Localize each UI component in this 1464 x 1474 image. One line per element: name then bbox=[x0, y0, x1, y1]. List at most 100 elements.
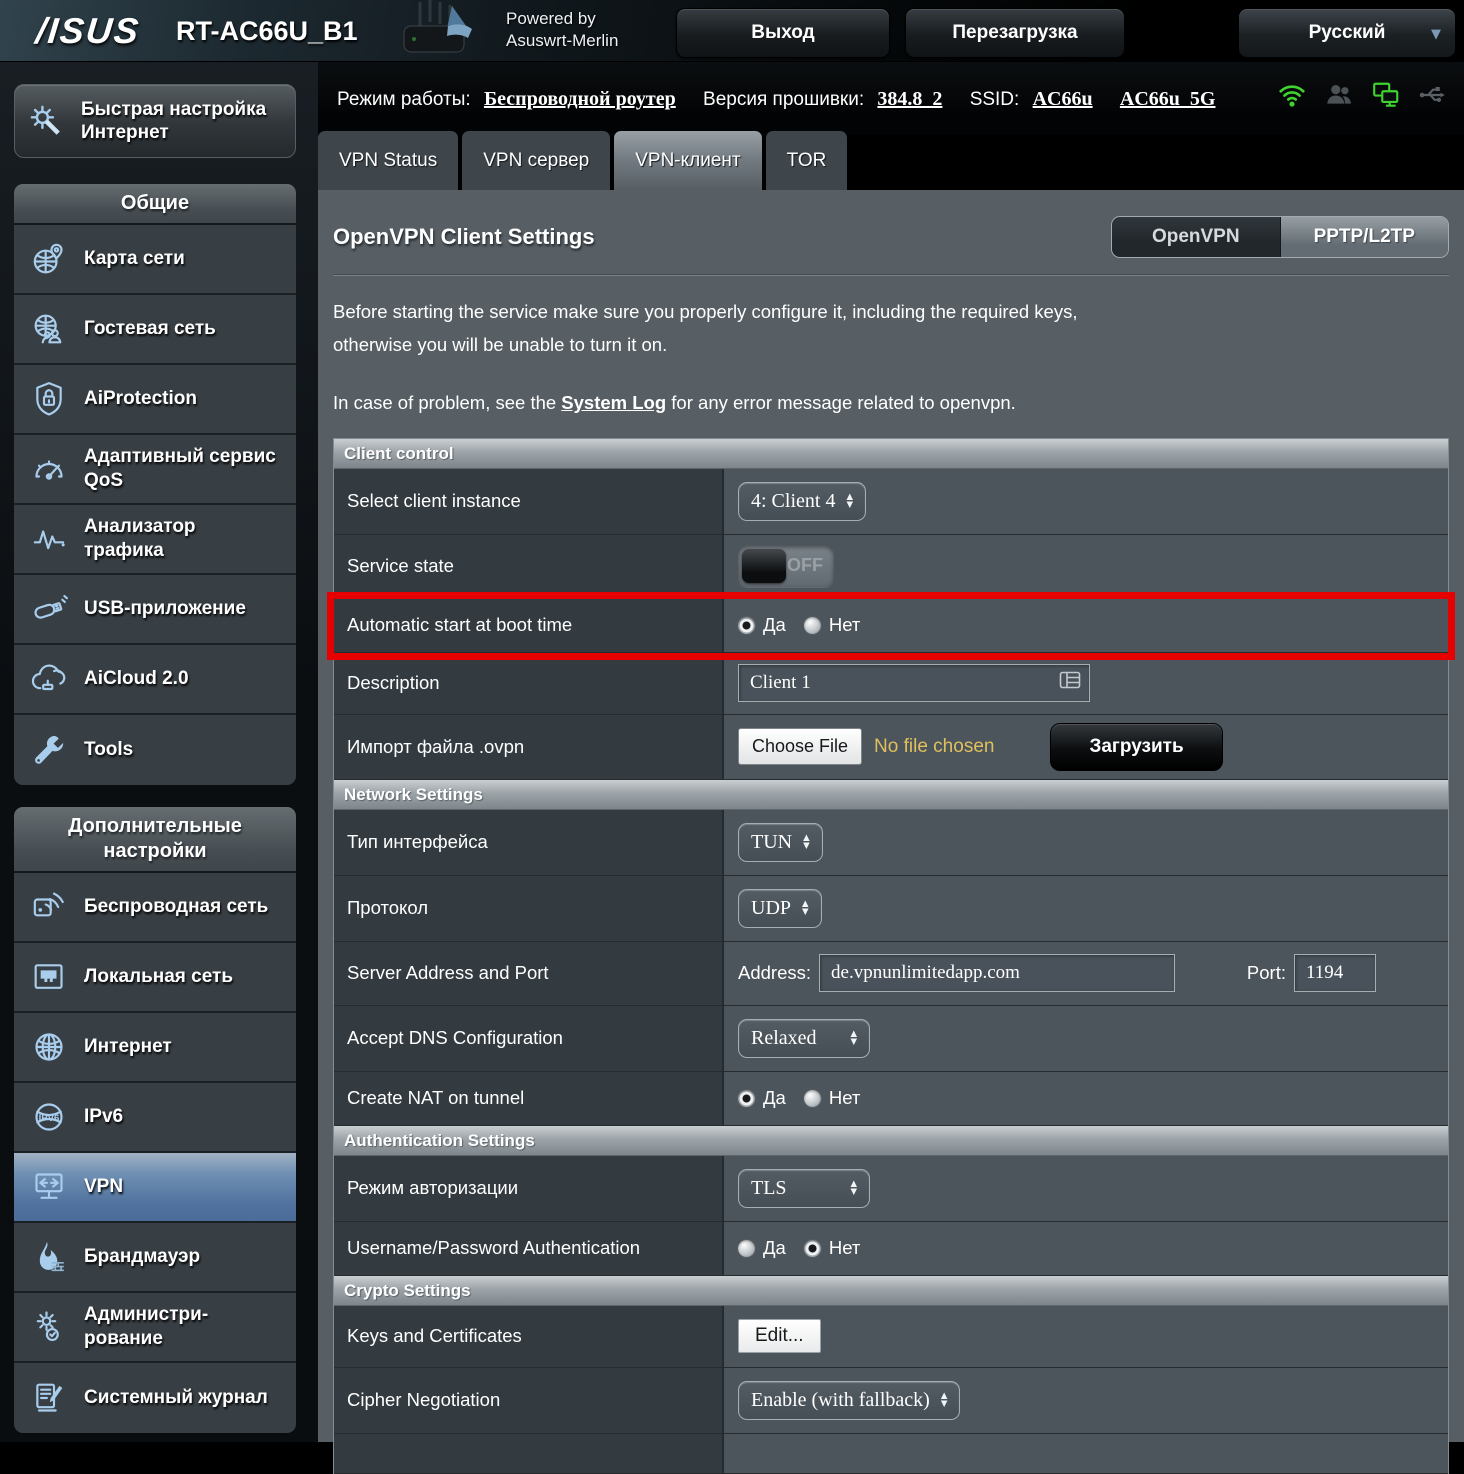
tab-vpn-status[interactable]: VPN Status bbox=[318, 131, 458, 190]
wifi-status-icon[interactable] bbox=[1277, 80, 1307, 110]
router-image bbox=[390, 0, 494, 67]
create-nat-radio-no[interactable]: Нет bbox=[804, 1087, 861, 1109]
tab-vpn-client[interactable]: VPN-клиент bbox=[614, 131, 761, 190]
qos-gauge-icon bbox=[27, 447, 71, 491]
openvpn-toggle-button[interactable]: OpenVPN bbox=[1112, 217, 1281, 257]
sidebar-item-admin-gear[interactable]: Администри- рование bbox=[14, 1293, 296, 1363]
interface-type-select[interactable]: TUN▲▼ bbox=[738, 823, 823, 862]
logout-button[interactable]: Выход bbox=[676, 8, 890, 58]
row-value: Edit... bbox=[724, 1306, 1448, 1367]
firmware-version-link[interactable]: 384.8_2 bbox=[877, 88, 942, 110]
sidebar-item-vpn[interactable]: VPN bbox=[14, 1153, 296, 1223]
server-address-port-port-input[interactable]: 1194 bbox=[1294, 954, 1376, 992]
sidebar-item-label: Интернет bbox=[84, 1035, 172, 1059]
sidebar-item-network-map[interactable]: Карта сети bbox=[14, 225, 296, 295]
import-ovpn-upload-button[interactable]: Загрузить bbox=[1050, 723, 1222, 771]
row-value: Enable (with fallback)▲▼ bbox=[724, 1368, 1448, 1433]
sidebar-item-label: Карта сети bbox=[84, 247, 185, 271]
settings-row-keys-certificates: Keys and CertificatesEdit... bbox=[334, 1306, 1448, 1368]
usb-status-icon[interactable] bbox=[1418, 80, 1448, 110]
clients-status-icon[interactable] bbox=[1324, 80, 1354, 110]
auto-start-boot-radio-no[interactable]: Нет bbox=[804, 614, 861, 636]
import-ovpn-choose-file-button[interactable]: Choose File bbox=[738, 728, 862, 765]
server-address-port-address-input[interactable]: de.vpnunlimitedapp.com bbox=[819, 954, 1175, 992]
status-icons bbox=[1277, 80, 1448, 110]
auth-mode-select[interactable]: TLS▲▼ bbox=[738, 1169, 870, 1208]
sidebar-section: Дополнительные настройкиБеспроводная сет… bbox=[14, 807, 296, 1433]
row-label bbox=[334, 1434, 724, 1473]
chevron-down-icon: ▼ bbox=[1431, 27, 1441, 42]
ssid-label: SSID: bbox=[970, 89, 1020, 110]
shield-icon bbox=[27, 377, 71, 421]
toggle-knob bbox=[742, 549, 786, 583]
cipher-negotiation-select[interactable]: Enable (with fallback)▲▼ bbox=[738, 1381, 960, 1420]
sidebar-item-usb-app[interactable]: USB-приложение bbox=[14, 575, 296, 645]
ssid-24g-link[interactable]: AC66u bbox=[1033, 88, 1093, 110]
sidebar-item-lan[interactable]: Локальная сеть bbox=[14, 943, 296, 1013]
row-value bbox=[724, 1434, 1448, 1473]
row-value: UDP▲▼ bbox=[724, 876, 1448, 941]
row-label: Протокол bbox=[334, 876, 724, 941]
sidebar-item-internet-globe[interactable]: Интернет bbox=[14, 1013, 296, 1083]
sidebar-item-qos-gauge[interactable]: Адаптивный сервис QoS bbox=[14, 435, 296, 505]
row-label: Create NAT on tunnel bbox=[334, 1072, 724, 1125]
language-dropdown[interactable]: Русский ▼ bbox=[1238, 8, 1456, 58]
usb-app-icon bbox=[27, 587, 71, 631]
internet-globe-icon bbox=[27, 1025, 71, 1069]
row-label: Automatic start at boot time bbox=[334, 599, 724, 652]
powered-by-text: Powered by Asuswrt-Merlin bbox=[506, 8, 618, 52]
protocol-select[interactable]: UDP▲▼ bbox=[738, 889, 822, 928]
row-label: Username/Password Authentication bbox=[334, 1222, 724, 1275]
quick-internet-setup-button[interactable]: Быстрая настройка Интернет bbox=[14, 84, 296, 158]
spinner-arrows-icon: ▲▼ bbox=[941, 1392, 948, 1408]
sidebar-item-traffic-analyzer[interactable]: Анализатор трафика bbox=[14, 505, 296, 575]
quick-setup-label: Быстрая настройка Интернет bbox=[81, 98, 266, 144]
cloud-icon bbox=[27, 657, 71, 701]
sidebar-item-syslog[interactable]: Системный журнал bbox=[14, 1363, 296, 1433]
spinner-arrows-icon: ▲▼ bbox=[802, 900, 809, 916]
wireless-icon bbox=[27, 885, 71, 929]
pptp-l2tp-toggle-button[interactable]: PPTP/L2TP bbox=[1281, 217, 1449, 257]
select-client-instance-select[interactable]: 4: Client 4▲▼ bbox=[738, 482, 866, 521]
sidebar-item-label: Локальная сеть bbox=[84, 965, 233, 989]
settings-row-auth-mode: Режим авторизацииTLS▲▼ bbox=[334, 1156, 1448, 1222]
settings-row-next-row-partial bbox=[334, 1434, 1448, 1474]
row-value: Да Нет bbox=[724, 1222, 1448, 1275]
keys-certificates-button[interactable]: Edit... bbox=[738, 1319, 821, 1353]
list-picker-icon[interactable] bbox=[1059, 671, 1081, 695]
create-nat-radio-yes[interactable]: Да bbox=[738, 1087, 786, 1109]
radio-label: Да bbox=[763, 1237, 786, 1259]
sidebar-item-label: Гостевая сеть bbox=[84, 317, 216, 341]
operation-mode-link[interactable]: Беспроводной роутер bbox=[484, 88, 676, 110]
accept-dns-select[interactable]: Relaxed▲▼ bbox=[738, 1019, 870, 1058]
sidebar-item-ipv6[interactable]: IPV6IPv6 bbox=[14, 1083, 296, 1153]
userpass-auth-radio-no[interactable]: Нет bbox=[804, 1237, 861, 1259]
sidebar-item-guest-network[interactable]: Гостевая сеть bbox=[14, 295, 296, 365]
settings-row-protocol: Протокол UDP▲▼ bbox=[334, 876, 1448, 942]
sidebar-item-shield[interactable]: AiProtection bbox=[14, 365, 296, 435]
settings-row-userpass-auth: Username/Password Authentication Да Нет bbox=[334, 1222, 1448, 1276]
ssid-5g-link[interactable]: AC66u_5G bbox=[1120, 88, 1216, 110]
settings-row-service-state: Service stateOFF bbox=[334, 535, 1448, 599]
service-state-toggle[interactable]: OFF bbox=[738, 545, 834, 587]
sidebar-item-cloud[interactable]: AiCloud 2.0 bbox=[14, 645, 296, 715]
row-value: TLS▲▼ bbox=[724, 1156, 1448, 1221]
settings-row-description: DescriptionClient 1 bbox=[334, 653, 1448, 715]
row-value: Client 1 bbox=[724, 653, 1448, 714]
userpass-auth-radio-yes[interactable]: Да bbox=[738, 1237, 786, 1259]
settings-row-auto-start-boot: Automatic start at boot time Да Нет bbox=[334, 599, 1448, 653]
tab-vpn-server[interactable]: VPN сервер bbox=[462, 131, 610, 190]
auto-start-boot-radio-yes[interactable]: Да bbox=[738, 614, 786, 636]
system-log-link[interactable]: System Log bbox=[561, 392, 666, 413]
description-input[interactable]: Client 1 bbox=[738, 664, 1090, 702]
reboot-button[interactable]: Перезагрузка bbox=[905, 8, 1125, 58]
admin-gear-icon bbox=[27, 1305, 71, 1349]
settings-row-accept-dns: Accept DNS ConfigurationRelaxed▲▼ bbox=[334, 1006, 1448, 1072]
sidebar-item-wireless[interactable]: Беспроводная сеть bbox=[14, 873, 296, 943]
tab-tor[interactable]: TOR bbox=[766, 131, 848, 190]
sidebar-item-firewall[interactable]: Брандмауэр bbox=[14, 1223, 296, 1293]
sidebar-item-wrench[interactable]: Tools bbox=[14, 715, 296, 785]
sidebar-section-title: Общие bbox=[14, 184, 296, 225]
row-label: Server Address and Port bbox=[334, 942, 724, 1005]
devices-status-icon[interactable] bbox=[1371, 80, 1401, 110]
